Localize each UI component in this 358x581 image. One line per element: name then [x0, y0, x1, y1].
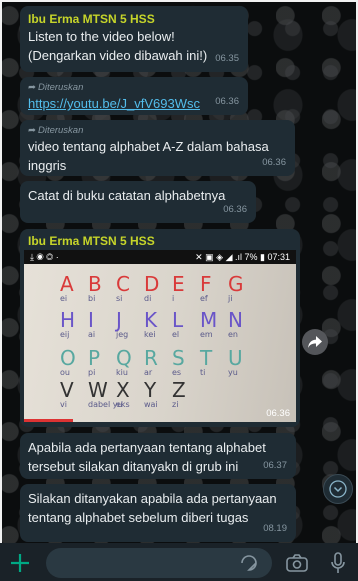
- alphabet-letter: U: [228, 346, 243, 370]
- message-input[interactable]: [46, 548, 272, 578]
- alphabet-letter: C: [116, 272, 130, 296]
- pronunciation-label: el: [172, 330, 180, 339]
- message-bubble[interactable]: Ibu Erma MTSN 5 HSS Listen to the video …: [20, 6, 248, 72]
- pronunciation-label: si: [116, 294, 123, 303]
- pronunciation-label: di: [144, 294, 152, 303]
- video-progress: [24, 419, 73, 422]
- message-bubble[interactable]: ➦ Diteruskan https://youtu.be/J_vfV693Wsc…: [20, 77, 248, 115]
- sticker-icon[interactable]: [240, 554, 258, 572]
- message-bubble[interactable]: Apabila ada pertanyaan tentang alphabet …: [20, 433, 296, 479]
- alphabet-letter: W: [88, 378, 108, 402]
- alphabet-letter: N: [228, 308, 243, 332]
- pronunciation-label: ji: [228, 294, 233, 303]
- sender-name[interactable]: Ibu Erma MTSN 5 HSS: [28, 11, 240, 27]
- alphabet-letter: J: [116, 308, 122, 332]
- pronunciation-label: yu: [228, 368, 238, 377]
- forward-arrow-icon: ➦: [28, 125, 36, 136]
- message-text: Apabila ada pertanyaan tentang alphabet …: [28, 440, 266, 474]
- alphabet-letter: E: [172, 272, 185, 296]
- video-thumbnail[interactable]: ⤓ ◉ ◎ · ✕ ▣ ◈ ◢ .ıl 7% ▮ 07:31 Aei Bbi Csi…: [24, 250, 296, 422]
- forward-arrow-icon: ➦: [28, 82, 36, 93]
- pronunciation-label: zi: [172, 400, 179, 409]
- forwarded-label: ➦ Diteruskan: [28, 82, 84, 93]
- message-text: video tentang alphabet A-Z dalam bahasa …: [28, 139, 269, 173]
- pronunciation-label: i: [172, 294, 175, 303]
- alphabet-letter: P: [88, 346, 101, 370]
- video-status-bar: ⤓ ◉ ◎ · ✕ ▣ ◈ ◢ .ıl 7% ▮ 07:31: [24, 250, 296, 264]
- pronunciation-label: wai: [144, 400, 158, 409]
- pronunciation-label: kei: [144, 330, 156, 339]
- pronunciation-label: kiu: [116, 368, 128, 377]
- message-time: 06.36: [215, 96, 239, 107]
- message-text: Listen to the video below! (Dengarkan vi…: [28, 29, 208, 63]
- message-time: 06.37: [263, 460, 287, 471]
- pronunciation-label: pi: [88, 368, 96, 377]
- alphabet-letter: D: [144, 272, 160, 296]
- pronunciation-label: ei: [60, 294, 68, 303]
- alphabet-letter: L: [172, 308, 184, 332]
- sender-name[interactable]: Ibu Erma MTSN 5 HSS: [24, 233, 296, 249]
- alphabet-letter: Y: [144, 378, 157, 402]
- scroll-down-button[interactable]: [323, 474, 353, 504]
- message-time: 06.36: [223, 204, 247, 215]
- message-bubble[interactable]: Catat di buku catatan alphabetnya 06.36: [20, 181, 256, 223]
- pronunciation-label: es: [172, 368, 182, 377]
- alphabet-letter: S: [172, 346, 185, 370]
- pronunciation-label: ti: [200, 368, 206, 377]
- alphabet-letter: K: [144, 308, 158, 332]
- message-time: 06.36: [262, 157, 286, 168]
- alphabet-letter: Q: [116, 346, 132, 370]
- camera-icon[interactable]: [286, 554, 308, 572]
- message-time: 06.35: [215, 53, 239, 64]
- alphabet-letter: Z: [172, 378, 186, 402]
- message-link[interactable]: https://youtu.be/J_vfV693Wsc: [28, 94, 240, 113]
- alphabet-letter: X: [116, 378, 130, 402]
- alphabet-letter: G: [228, 272, 244, 296]
- pronunciation-label: em: [200, 330, 213, 339]
- pronunciation-label: en: [228, 330, 238, 339]
- share-button[interactable]: [302, 329, 328, 355]
- chevron-down-icon: [329, 480, 347, 498]
- pronunciation-label: bi: [88, 294, 96, 303]
- alphabet-letter: T: [200, 346, 213, 370]
- alphabet-letter: H: [60, 308, 76, 332]
- pronunciation-label: ef: [200, 294, 208, 303]
- alphabet-board: Aei Bbi Csi Ddi Ei Fef Gji Heij Iai Jjeg Kkei Lel Me…: [24, 264, 296, 422]
- plus-icon[interactable]: [8, 551, 32, 575]
- alphabet-letter: R: [144, 346, 158, 370]
- message-bubble[interactable]: ➦ Diteruskan video tentang alphabet A-Z d…: [20, 120, 295, 176]
- alphabet-letter: O: [60, 346, 76, 370]
- alphabet-letter: V: [60, 378, 74, 402]
- alphabet-letter: F: [200, 272, 212, 296]
- pronunciation-label: jeg: [116, 330, 129, 339]
- video-time: 06.36: [266, 408, 290, 419]
- pronunciation-label: ai: [88, 330, 96, 339]
- alphabet-letter: M: [200, 308, 218, 332]
- pronunciation-label: vi: [60, 400, 67, 409]
- pronunciation-label: eks: [116, 400, 130, 409]
- alphabet-letter: I: [88, 308, 94, 332]
- pronunciation-label: ar: [144, 368, 153, 377]
- pronunciation-label: eij: [60, 330, 70, 339]
- forwarded-label: ➦ Diteruskan: [28, 125, 84, 136]
- alphabet-letter: A: [60, 272, 74, 296]
- message-bubble[interactable]: Silakan ditanyakan apabila ada pertanyaa…: [20, 484, 296, 542]
- pronunciation-label: ou: [60, 368, 70, 377]
- mic-icon[interactable]: [330, 552, 346, 574]
- message-text: Catat di buku catatan alphabetnya: [28, 188, 226, 203]
- message-time: 08.19: [263, 523, 287, 534]
- alphabet-letter: B: [88, 272, 102, 296]
- message-text: Silakan ditanyakan apabila ada pertanyaa…: [28, 491, 277, 525]
- share-icon: [308, 336, 322, 348]
